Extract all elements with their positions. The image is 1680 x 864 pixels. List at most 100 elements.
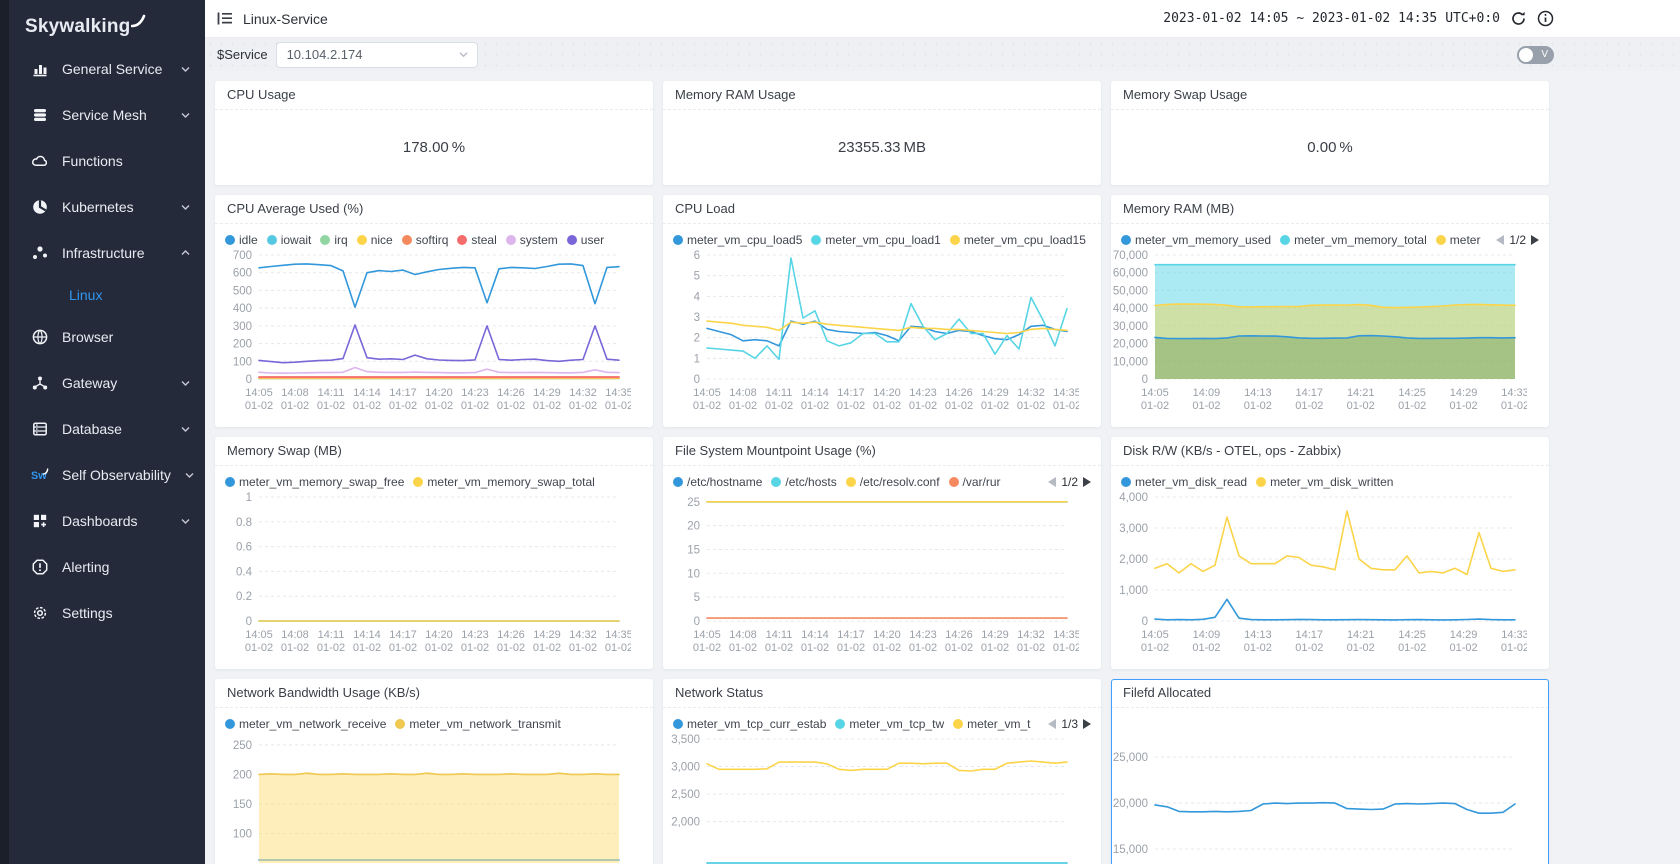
chart-filesystem-mountpoint-usage[interactable]: 051015202514:0501-0214:0801-0214:1101-02… xyxy=(663,489,1079,657)
legend-item-meter_vm_memory_swap_free[interactable]: meter_vm_memory_swap_free xyxy=(225,475,404,489)
sidebar-item-kubernetes[interactable]: Kubernetes xyxy=(9,184,205,230)
svg-text:01-02: 01-02 xyxy=(693,642,721,654)
sidebar-item-browser[interactable]: Browser xyxy=(9,314,205,360)
legend-item-meter[interactable]: meter xyxy=(1436,233,1481,247)
legend-item-meter_vm_t[interactable]: meter_vm_t xyxy=(953,717,1030,731)
legend-label: meter_vm_cpu_load1 xyxy=(825,233,940,247)
svg-text:01-02: 01-02 xyxy=(1244,400,1272,412)
menu-icon[interactable] xyxy=(217,11,233,26)
legend-item-steal[interactable]: steal xyxy=(457,233,496,247)
sidebar-item-general-service[interactable]: General Service xyxy=(9,46,205,92)
legend-label: meter xyxy=(1450,233,1481,247)
chart-memory-ram[interactable]: 010,00020,00030,00040,00050,00060,00070,… xyxy=(1111,247,1527,415)
pager-prev-icon[interactable] xyxy=(1048,719,1056,729)
database-icon xyxy=(31,420,49,438)
legend-item-softirq[interactable]: softirq xyxy=(402,233,449,247)
svg-text:14:26: 14:26 xyxy=(497,387,525,399)
chart-cpu-average-used[interactable]: 010020030040050060070014:0501-0214:0801-… xyxy=(215,247,631,415)
legend-item-idle[interactable]: idle xyxy=(225,233,258,247)
chart-disk-rw[interactable]: 01,0002,0003,0004,00014:0501-0214:0901-0… xyxy=(1111,489,1527,657)
sidebar-item-infrastructure[interactable]: Infrastructure xyxy=(9,230,205,276)
legend-item-meter_vm_disk_written[interactable]: meter_vm_disk_written xyxy=(1256,475,1393,489)
legend-item-nice[interactable]: nice xyxy=(357,233,393,247)
sidebar-item-functions[interactable]: Functions xyxy=(9,138,205,184)
stat-value: 178.00% xyxy=(215,110,653,185)
pager-prev-icon[interactable] xyxy=(1048,477,1056,487)
info-icon[interactable] xyxy=(1537,10,1554,27)
svg-text:01-02: 01-02 xyxy=(909,400,937,412)
sidebar-item-gateway[interactable]: Gateway xyxy=(9,360,205,406)
gateway-icon xyxy=(31,374,49,392)
pager-next-icon[interactable] xyxy=(1083,477,1091,487)
legend-label: steal xyxy=(471,233,496,247)
svg-text:01-02: 01-02 xyxy=(497,400,525,412)
legend-item-meter_vm_memory_used[interactable]: meter_vm_memory_used xyxy=(1121,233,1271,247)
svg-text:01-02: 01-02 xyxy=(909,642,937,654)
stat-cards-row: CPU Usage178.00%Memory RAM Usage23355.33… xyxy=(215,81,1680,185)
legend-item-meter_vm_network_receive[interactable]: meter_vm_network_receive xyxy=(225,717,386,731)
legend-item-iowait[interactable]: iowait xyxy=(267,233,312,247)
svg-text:100: 100 xyxy=(233,356,252,368)
svg-text:14:23: 14:23 xyxy=(909,387,937,399)
svg-text:14:05: 14:05 xyxy=(1141,387,1169,399)
legend-item-meter_vm_cpu_load15[interactable]: meter_vm_cpu_load15 xyxy=(950,233,1086,247)
svg-text:01-02: 01-02 xyxy=(1017,642,1045,654)
kubernetes-icon xyxy=(31,198,49,216)
legend-dot xyxy=(1256,477,1266,487)
legend-dot xyxy=(267,235,277,245)
legend-item-meter_vm_cpu_load5[interactable]: meter_vm_cpu_load5 xyxy=(673,233,802,247)
legend-item-meter_vm_tcp_curr_estab[interactable]: meter_vm_tcp_curr_estab xyxy=(673,717,826,731)
top-header: Linux-Service 2023-01-02 14:05 ~ 2023-01… xyxy=(205,0,1680,38)
pager-next-icon[interactable] xyxy=(1531,235,1539,245)
chart-cpu-load[interactable]: 012345614:0501-0214:0801-0214:1101-0214:… xyxy=(663,247,1079,415)
chart-network-bandwidth-usage[interactable]: 10015020025014:0501-0214:0801-0214:1101-… xyxy=(215,731,631,864)
svg-text:01-02: 01-02 xyxy=(245,642,273,654)
svg-text:14:29: 14:29 xyxy=(1450,387,1478,399)
legend-item-/var/rur[interactable]: /var/rur xyxy=(949,475,1001,489)
sidebar-subitem-linux[interactable]: Linux xyxy=(9,276,205,314)
card-title: CPU Average Used (%) xyxy=(215,195,653,224)
legend-item-meter_vm_disk_read[interactable]: meter_vm_disk_read xyxy=(1121,475,1247,489)
sidebar-item-database[interactable]: Database xyxy=(9,406,205,452)
sidebar-item-settings[interactable]: Settings xyxy=(9,590,205,636)
legend-item-/etc/hosts[interactable]: /etc/hosts xyxy=(771,475,836,489)
chart-network-status[interactable]: 2,0002,5003,0003,50014:0501-0214:0801-02… xyxy=(663,731,1079,864)
sidebar-subitem-label: Linux xyxy=(69,287,102,303)
timezone-label: UTC+0:0 xyxy=(1445,11,1500,26)
sidebar-item-dashboards[interactable]: Dashboards xyxy=(9,498,205,544)
pager-next-icon[interactable] xyxy=(1083,719,1091,729)
service-select-value: 10.104.2.174 xyxy=(287,47,363,62)
sidebar-item-service-mesh[interactable]: Service Mesh xyxy=(9,92,205,138)
svg-text:14:26: 14:26 xyxy=(497,629,525,641)
pager-prev-icon[interactable] xyxy=(1496,235,1504,245)
sidebar-item-label: Alerting xyxy=(62,559,109,575)
svg-text:01-02: 01-02 xyxy=(1295,642,1323,654)
legend-item-meter_vm_memory_total[interactable]: meter_vm_memory_total xyxy=(1280,233,1427,247)
svg-text:01-02: 01-02 xyxy=(1450,642,1478,654)
legend-item-meter_vm_tcp_tw[interactable]: meter_vm_tcp_tw xyxy=(835,717,944,731)
legend-item-meter_vm_network_transmit[interactable]: meter_vm_network_transmit xyxy=(395,717,560,731)
svg-text:01-02: 01-02 xyxy=(945,642,973,654)
sidebar-item-self-observability[interactable]: SwSelf Observability xyxy=(9,452,205,498)
chart-memory-swap[interactable]: 00.20.40.60.8114:0501-0214:0801-0214:110… xyxy=(215,489,631,657)
service-select[interactable]: 10.104.2.174 xyxy=(276,42,478,68)
chart-card-memory-ram: Memory RAM (MB)meter_vm_memory_usedmeter… xyxy=(1111,195,1549,427)
svg-text:0: 0 xyxy=(1142,374,1148,386)
svg-text:14:26: 14:26 xyxy=(945,629,973,641)
svg-text:Sw: Sw xyxy=(31,470,47,482)
sidebar-item-alerting[interactable]: Alerting xyxy=(9,544,205,590)
legend-item-irq[interactable]: irq xyxy=(320,233,347,247)
legend-item-system[interactable]: system xyxy=(506,233,558,247)
legend-item-user[interactable]: user xyxy=(567,233,604,247)
svg-text:0.8: 0.8 xyxy=(236,517,252,529)
time-range[interactable]: 2023-01-02 14:05 ~ 2023-01-02 14:35 xyxy=(1163,11,1437,26)
chevron-down-icon xyxy=(180,424,191,434)
chevron-down-icon xyxy=(184,470,195,480)
legend-item-/etc/resolv.conf[interactable]: /etc/resolv.conf xyxy=(846,475,940,489)
refresh-icon[interactable] xyxy=(1510,10,1527,27)
legend-item-meter_vm_memory_swap_total[interactable]: meter_vm_memory_swap_total xyxy=(413,475,594,489)
legend-item-meter_vm_cpu_load1[interactable]: meter_vm_cpu_load1 xyxy=(811,233,940,247)
legend-item-/etc/hostname[interactable]: /etc/hostname xyxy=(673,475,762,489)
view-toggle[interactable]: V xyxy=(1517,46,1554,64)
chart-filefd-allocated[interactable]: 15,00020,00025,00014:0501-0214:0901-0214… xyxy=(1111,708,1527,864)
